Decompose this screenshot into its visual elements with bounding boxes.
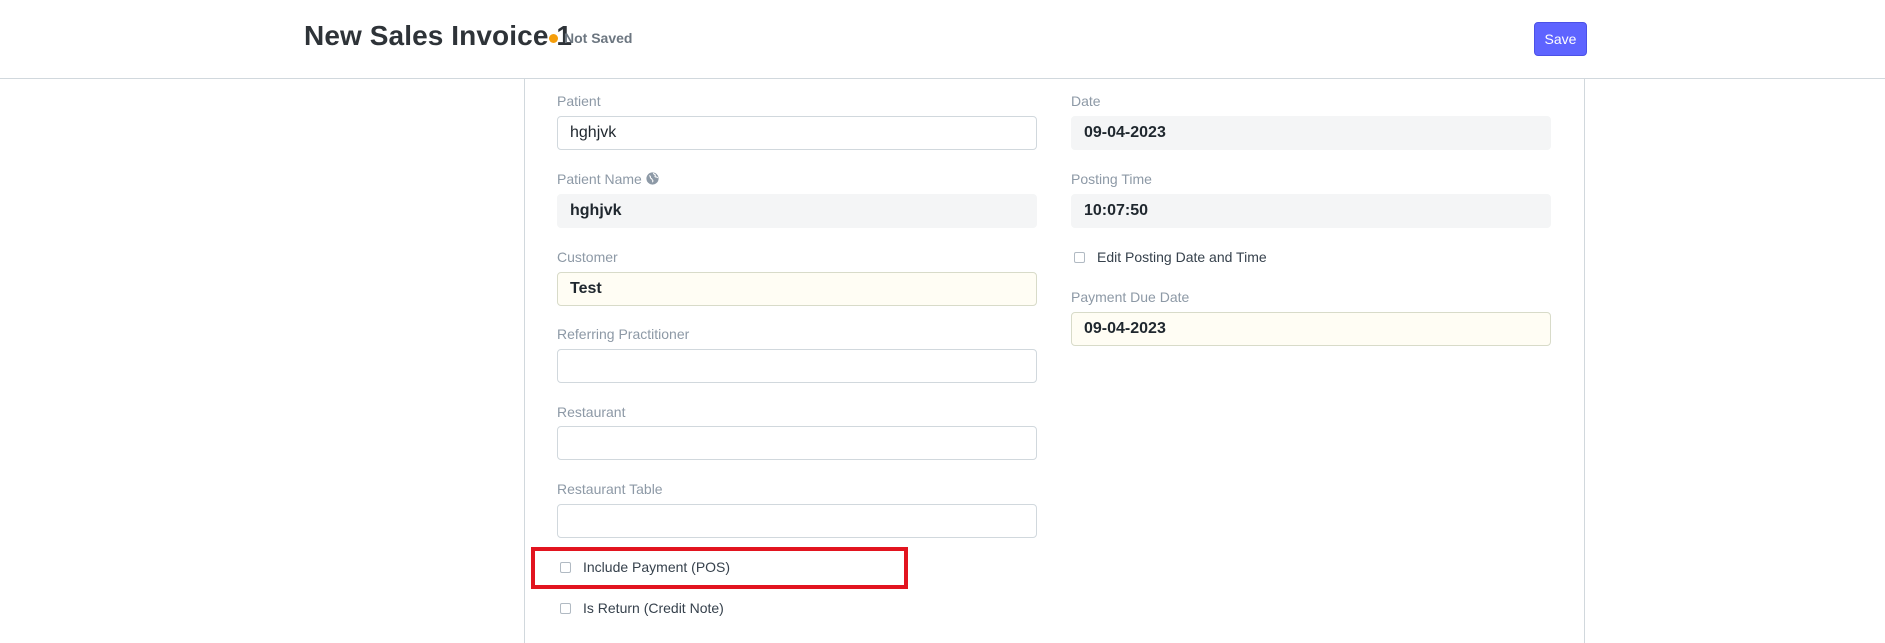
patient-label: Patient bbox=[557, 93, 601, 109]
patient-name-value: hghjvk bbox=[557, 194, 1037, 228]
status-dot-icon bbox=[549, 33, 558, 43]
patient-name-label: Patient Name bbox=[557, 171, 659, 187]
status-indicator: Not Saved bbox=[549, 30, 632, 46]
is-return-row[interactable]: Is Return (Credit Note) bbox=[560, 600, 724, 616]
page-title: New Sales Invoice 1 bbox=[304, 20, 573, 51]
patient-input[interactable] bbox=[557, 116, 1037, 150]
globe-icon bbox=[646, 172, 659, 185]
restaurant-table-input[interactable] bbox=[557, 504, 1037, 538]
customer-input[interactable] bbox=[557, 272, 1037, 306]
posting-time-input[interactable] bbox=[1071, 194, 1551, 228]
date-label: Date bbox=[1071, 93, 1101, 109]
page-header: New Sales Invoice 1 Not Saved Save bbox=[0, 0, 1885, 79]
payment-due-date-label: Payment Due Date bbox=[1071, 289, 1190, 305]
include-payment-checkbox[interactable] bbox=[560, 561, 571, 573]
is-return-label: Is Return (Credit Note) bbox=[583, 600, 724, 616]
restaurant-label: Restaurant bbox=[557, 404, 626, 420]
posting-time-label: Posting Time bbox=[1071, 171, 1152, 187]
sales-invoice-page: New Sales Invoice 1 Not Saved Save Patie… bbox=[0, 0, 1885, 643]
include-payment-label: Include Payment (POS) bbox=[583, 559, 731, 575]
referring-practitioner-input[interactable] bbox=[557, 349, 1037, 383]
edit-posting-row[interactable]: Edit Posting Date and Time bbox=[1074, 249, 1267, 265]
referring-practitioner-label: Referring Practitioner bbox=[557, 326, 690, 342]
include-payment-row[interactable]: Include Payment (POS) bbox=[560, 559, 730, 575]
save-button[interactable]: Save bbox=[1534, 22, 1587, 56]
edit-posting-label: Edit Posting Date and Time bbox=[1097, 249, 1267, 265]
restaurant-table-label: Restaurant Table bbox=[557, 481, 663, 497]
date-input[interactable] bbox=[1071, 116, 1551, 150]
patient-name-label-text: Patient Name bbox=[557, 171, 642, 187]
edit-posting-checkbox[interactable] bbox=[1074, 251, 1085, 263]
payment-due-date-input[interactable] bbox=[1071, 312, 1551, 346]
is-return-checkbox[interactable] bbox=[560, 602, 571, 614]
restaurant-input[interactable] bbox=[557, 426, 1037, 460]
status-badge: Not Saved bbox=[564, 30, 633, 46]
customer-label: Customer bbox=[557, 249, 618, 265]
